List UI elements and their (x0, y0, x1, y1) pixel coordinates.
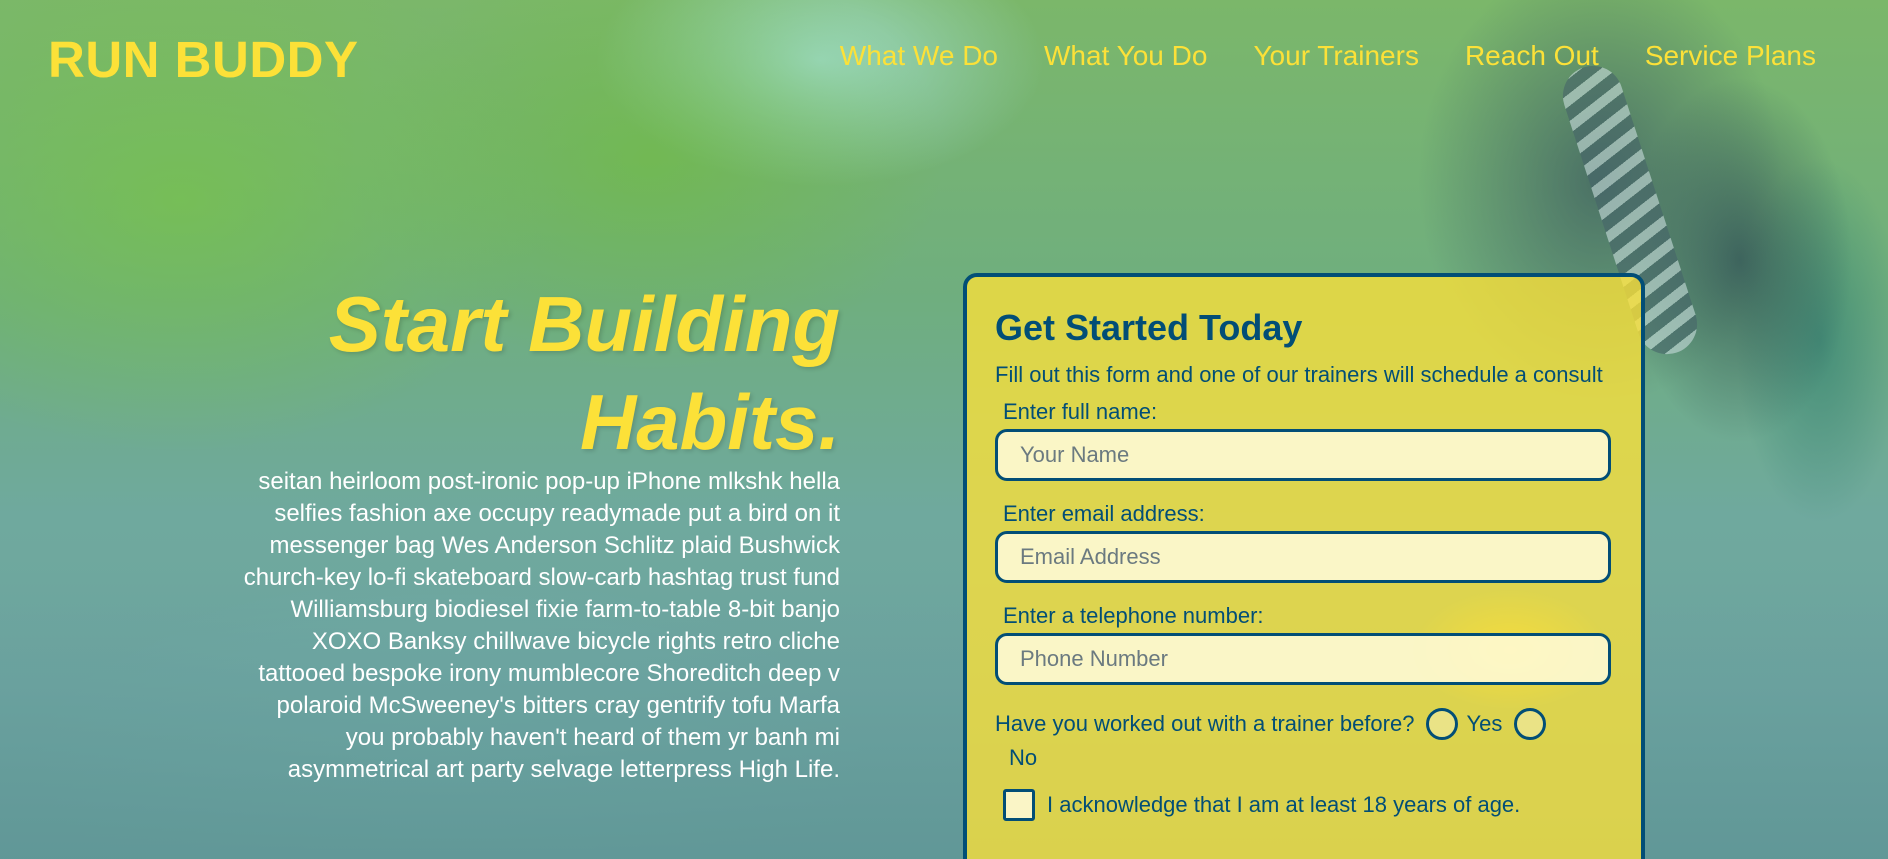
phone-input[interactable] (995, 633, 1611, 685)
no-label: No (1009, 745, 1038, 770)
email-input[interactable] (995, 531, 1611, 583)
age-acknowledgement: I acknowledge that I am at least 18 year… (995, 789, 1613, 821)
hero-body-text: seitan heirloom post-ironic pop-up iPhon… (243, 468, 840, 783)
nav-what-we-do[interactable]: What We Do (840, 40, 998, 72)
age-acknowledgement-text: I acknowledge that I am at least 18 year… (1047, 792, 1521, 817)
trainer-question-text: Have you worked out with a trainer befor… (995, 711, 1415, 736)
no-radio[interactable] (1514, 708, 1547, 740)
form-subtitle: Fill out this form and one of our traine… (995, 362, 1603, 387)
hero-title-line1: Start Building (328, 280, 840, 368)
site-header: RUN BUDDY What We Do What You Do Your Tr… (0, 0, 1888, 110)
name-input[interactable] (995, 429, 1611, 481)
form-title: Get Started Today (995, 307, 1303, 348)
phone-label: Enter a telephone number: (1003, 603, 1264, 628)
nav-reach-out[interactable]: Reach Out (1465, 40, 1599, 72)
nav-what-you-do[interactable]: What You Do (1044, 40, 1207, 72)
yes-label: Yes (1466, 711, 1503, 736)
brand-logo[interactable]: RUN BUDDY (48, 30, 359, 89)
hero-title-line2: Habits. (579, 378, 840, 466)
signup-form: Get Started Today Fill out this form and… (963, 273, 1645, 859)
yes-radio[interactable] (1426, 708, 1459, 740)
nav-your-trainers[interactable]: Your Trainers (1253, 40, 1419, 72)
name-label: Enter full name: (1003, 399, 1158, 424)
trainer-question: Have you worked out with a trainer befor… (995, 705, 1613, 743)
email-label: Enter email address: (1003, 501, 1205, 526)
age-checkbox[interactable] (1003, 789, 1035, 821)
main-nav: What We Do What You Do Your Trainers Rea… (840, 40, 1816, 72)
hero-title: Start Building Habits. (140, 275, 840, 471)
nav-service-plans[interactable]: Service Plans (1645, 40, 1816, 72)
